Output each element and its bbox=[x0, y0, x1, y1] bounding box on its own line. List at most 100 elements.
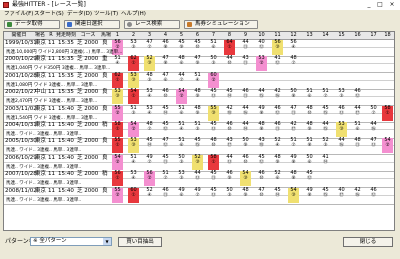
cell-date: 1999/10/31 bbox=[5, 40, 37, 46]
race-table: 開催日 場名 R 発走時刻 コース 馬場 1 2 3 4 5 6 7 8 9 1… bbox=[3, 31, 395, 231]
cell-date: 2003/11/02 bbox=[5, 105, 37, 112]
table-row[interactable]: 1999/10/31 東京 11 15:35 芝 2000 良 56 ② 53 ⑤ 47 ⑦ 46 ⑧ 45… bbox=[4, 40, 394, 57]
table-row[interactable]: 2008/11/02 東京 11 15:40 芝 2000 良 55 ② 60 ① 52 ④ 46 ⑪ 49… bbox=[4, 187, 394, 205]
race-search-button[interactable]: レース検索 bbox=[124, 20, 180, 29]
cell-time: 15:35 bbox=[58, 40, 74, 46]
cell-date: 2001/10/28 bbox=[5, 72, 37, 79]
col-12[interactable]: 12 bbox=[288, 32, 299, 39]
col-16[interactable]: 16 bbox=[352, 32, 363, 39]
chevron-down-icon[interactable]: ▼ bbox=[103, 238, 111, 245]
col-5[interactable]: 5 bbox=[176, 32, 187, 39]
col-2[interactable]: 2 bbox=[128, 32, 139, 39]
simulation-button[interactable]: 馬券シミュレーション bbox=[184, 20, 258, 29]
data-get-button[interactable]: データ取得 bbox=[4, 20, 60, 29]
col-13[interactable]: 13 bbox=[304, 32, 315, 39]
col-9[interactable]: 9 bbox=[240, 32, 251, 39]
close-window-button[interactable]: × bbox=[387, 1, 397, 9]
cell-cond: 良 bbox=[102, 40, 108, 46]
cell-time: 15:40 bbox=[58, 105, 74, 112]
menu-help[interactable]: ヘルプ(H) bbox=[121, 10, 146, 19]
payout-text: 馬連1,080円 ワイド 3連複... 馬単... 3連単... bbox=[6, 82, 98, 88]
table-row[interactable]: 2000/10/29 東京 11 15:35 芝 2000 重 51 ④ 62 ① 52 ③ 47 ⑧ 48… bbox=[4, 56, 394, 74]
related-date-button[interactable]: 関連日選択 bbox=[64, 20, 120, 29]
cell-cond: 良 bbox=[102, 138, 108, 145]
cell-course: 芝 2000 bbox=[77, 187, 99, 194]
table-row[interactable]: 2003/11/02 東京 11 15:40 芝 2000 良 55 ② 51 ⑤ 53 ④ 45 ⑭ 51… bbox=[4, 105, 394, 123]
payout-text: 馬連.. ワイド.. 3連複.. 馬単.. 3連単.. bbox=[6, 148, 82, 154]
col-r[interactable]: R bbox=[46, 32, 56, 39]
col-6[interactable]: 6 bbox=[192, 32, 203, 39]
cell-place: 東京 bbox=[35, 105, 47, 112]
payout-text: 馬連.. ワイド.. 3連複.. 馬単.. 3連単.. bbox=[6, 197, 82, 203]
cell-date: 2006/10/29 bbox=[5, 154, 37, 161]
col-17[interactable]: 17 bbox=[368, 32, 379, 39]
table-row[interactable]: 2002/10/27 中山 11 15:35 芝 2000 良 53 ③ 54 ① 53 ④ 46 ⑩ 54… bbox=[4, 89, 394, 107]
related-date-label: 関連日選択 bbox=[75, 21, 103, 27]
cell-place: 東京 bbox=[35, 154, 47, 161]
cell-time: 15:40 bbox=[58, 138, 74, 145]
cell-date: 2007/10/28 bbox=[5, 171, 37, 178]
toolbar: データ取得 関連日選択 レース検索 馬券シミュレーション bbox=[0, 19, 400, 30]
cell-course: 芝 2000 bbox=[77, 72, 99, 79]
cell-date: 2000/10/29 bbox=[5, 56, 37, 63]
cell-time: 15:35 bbox=[58, 89, 74, 96]
cell-date: 2008/11/02 bbox=[5, 187, 37, 194]
cell-place: 東京 bbox=[35, 187, 47, 194]
col-14[interactable]: 14 bbox=[320, 32, 331, 39]
buy-extract-button[interactable]: 買い目抽出 bbox=[118, 237, 162, 247]
menu-bar: ファイル(F) スタート(S) データ(D) ツール(T) ヘルプ(H) bbox=[0, 10, 400, 19]
cell-r: 11 bbox=[48, 122, 55, 128]
race-search-label: レース検索 bbox=[135, 21, 163, 27]
cell-cond: 稍 bbox=[102, 171, 108, 178]
cell-course: 芝 2000 bbox=[77, 122, 99, 128]
cell-r: 11 bbox=[48, 187, 55, 194]
table-row[interactable]: 2004/10/31 東京 11 15:40 芝 2000 稍 58 ① 54 ② 48 ⑦ 45 ⑫ 51… bbox=[4, 122, 394, 139]
simulation-label: 馬券シミュレーション bbox=[195, 21, 250, 27]
col-date[interactable]: 開催日 bbox=[4, 32, 34, 39]
cell-place: 東京 bbox=[35, 72, 47, 79]
cell-place: 中山 bbox=[35, 89, 47, 96]
col-3[interactable]: 3 bbox=[144, 32, 155, 39]
menu-start[interactable]: スタート(S) bbox=[34, 10, 64, 19]
cell-course: 芝 2000 bbox=[77, 89, 99, 96]
col-time[interactable]: 発走時刻 bbox=[56, 32, 76, 39]
cell-place: 東京 bbox=[35, 122, 47, 128]
menu-data[interactable]: データ(D) bbox=[67, 10, 92, 19]
col-10[interactable]: 10 bbox=[256, 32, 267, 39]
col-8[interactable]: 8 bbox=[224, 32, 235, 39]
table-row[interactable]: 2005/10/30 東京 11 15:40 芝 2000 良 55 ① 53 ③ 45 ⑭ 47 ⑫ 51… bbox=[4, 138, 394, 156]
cell-cond: 良 bbox=[102, 72, 108, 79]
cell-course: 芝 2000 bbox=[77, 105, 99, 112]
cell-time: 15:40 bbox=[58, 154, 74, 161]
pattern-select[interactable]: ※ 全パターン ▼ bbox=[30, 237, 112, 246]
payout-text: 馬連1,040円 ワイド350円 3連複... 馬単... 3連単... bbox=[6, 66, 111, 72]
col-7[interactable]: 7 bbox=[208, 32, 219, 39]
col-cond[interactable]: 馬場 bbox=[100, 32, 112, 39]
cell-course: 芝 2000 bbox=[77, 138, 99, 145]
table-row[interactable]: 2001/10/28 東京 11 15:35 芝 2000 良 62 ① 53 ③ 48 ⑤ 47 ⑥ 44… bbox=[4, 72, 394, 90]
minimize-button[interactable]: _ bbox=[364, 1, 374, 9]
search-icon bbox=[127, 22, 132, 27]
menu-file[interactable]: ファイル(F) bbox=[4, 10, 33, 19]
table-row[interactable]: 2007/10/28 東京 11 15:40 芝 2000 稍 56 ① 53 ④ 56 ② 51 ⑦ 53… bbox=[4, 171, 394, 189]
col-4[interactable]: 4 bbox=[160, 32, 171, 39]
menu-tools[interactable]: ツール(T) bbox=[94, 10, 118, 19]
col-place[interactable]: 場名 bbox=[34, 32, 46, 39]
cell-cond: 良 bbox=[102, 89, 108, 96]
table-row[interactable]: 2006/10/29 東京 11 15:40 芝 2000 良 54 ② 51 ④ 49 ⑦ 45 ⑪ 50… bbox=[4, 154, 394, 172]
payout-text: 馬連.10,000円 ワイド2,800円 3連複(...) 馬単... 3連単.… bbox=[6, 50, 123, 55]
col-11[interactable]: 11 bbox=[272, 32, 283, 39]
cell-time: 15:40 bbox=[58, 187, 74, 194]
app-icon bbox=[3, 2, 9, 8]
close-button[interactable]: 閉じる bbox=[343, 237, 393, 247]
cell-date: 2002/10/27 bbox=[5, 89, 37, 96]
col-1[interactable]: 1 bbox=[112, 32, 123, 39]
cell-r: 11 bbox=[48, 72, 55, 79]
col-18[interactable]: 18 bbox=[382, 32, 393, 39]
col-15[interactable]: 15 bbox=[336, 32, 347, 39]
cell-date: 2005/10/30 bbox=[5, 138, 37, 145]
maximize-button[interactable]: □ bbox=[375, 1, 385, 9]
col-course[interactable]: コース bbox=[76, 32, 100, 39]
cell-date: 2004/10/31 bbox=[5, 122, 37, 128]
cell-r: 11 bbox=[48, 138, 55, 145]
